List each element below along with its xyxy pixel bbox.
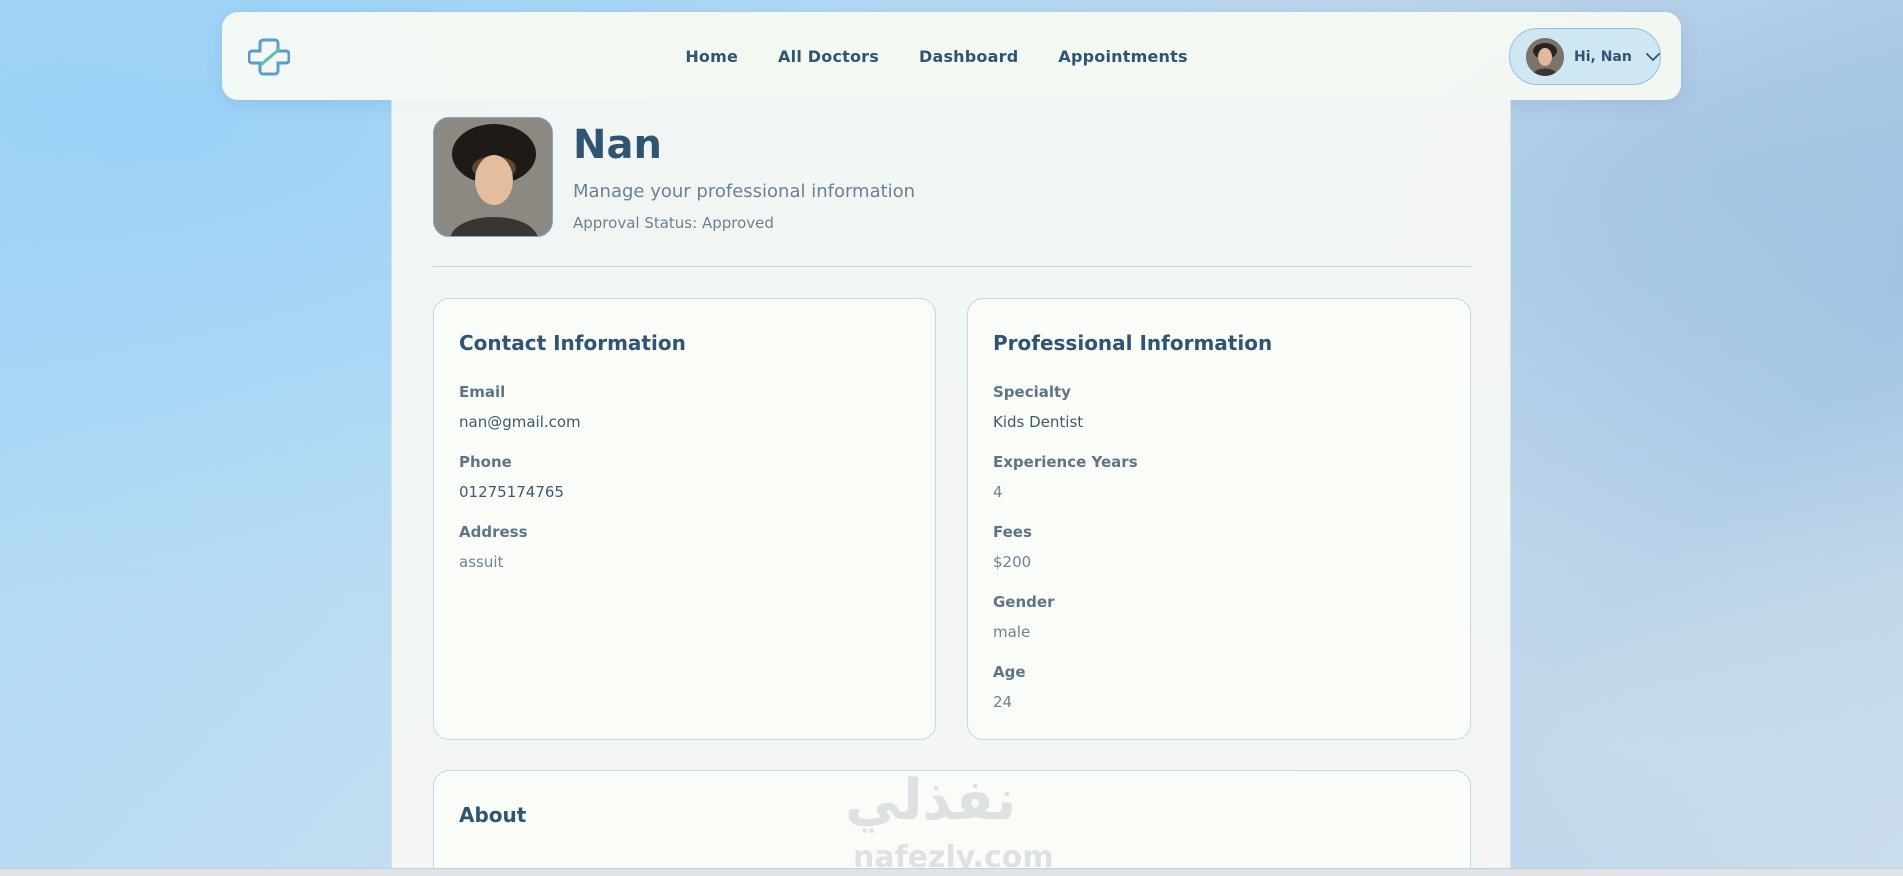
fees-value: $200 — [993, 553, 1032, 571]
card-title: Professional Information — [993, 331, 1273, 355]
nav-dashboard[interactable]: Dashboard — [919, 47, 1018, 66]
gender-label: Gender — [993, 593, 1055, 611]
contact-information-card: Contact Information Email nan@gmail.com … — [433, 298, 936, 740]
nav-home[interactable]: Home — [685, 47, 738, 66]
nav-appointments[interactable]: Appointments — [1058, 47, 1187, 66]
user-avatar — [1526, 37, 1564, 76]
watermark: نفذلي nafezly.com — [845, 768, 1057, 875]
phone-value: 01275174765 — [459, 483, 564, 501]
age-label: Age — [993, 663, 1026, 681]
experience-years-label: Experience Years — [993, 453, 1138, 471]
main-navigation: Home All Doctors Dashboard Appointments — [222, 12, 1681, 100]
age-value: 24 — [993, 693, 1013, 711]
profile-name: Nan — [573, 122, 662, 168]
specialty-label: Specialty — [993, 383, 1071, 401]
card-title: Contact Information — [459, 331, 686, 355]
user-greeting: Hi, Nan — [1574, 48, 1632, 65]
profile-subtitle: Manage your professional information — [573, 181, 916, 202]
watermark-arabic-text: نفذلي — [845, 768, 1017, 833]
phone-label: Phone — [459, 453, 512, 471]
approval-status: Approval Status: Approved — [573, 214, 774, 232]
specialty-value: Kids Dentist — [993, 413, 1084, 431]
profile-panel: Nan Manage your professional information… — [391, 100, 1511, 876]
nav-all-doctors[interactable]: All Doctors — [778, 47, 879, 66]
email-label: Email — [459, 383, 506, 401]
gender-value: male — [993, 623, 1031, 641]
taskbar-edge — [0, 868, 1903, 876]
card-title: About — [459, 803, 527, 827]
top-navbar: Home All Doctors Dashboard Appointments … — [222, 12, 1681, 100]
address-value: assuit — [459, 553, 504, 571]
professional-information-card: Professional Information Specialty Kids … — [967, 298, 1471, 740]
email-value: nan@gmail.com — [459, 413, 581, 431]
header-divider — [433, 266, 1471, 267]
fees-label: Fees — [993, 523, 1032, 541]
address-label: Address — [459, 523, 528, 541]
chevron-down-icon — [1645, 47, 1660, 66]
user-menu-button[interactable]: Hi, Nan — [1509, 28, 1661, 85]
experience-years-value: 4 — [993, 483, 1003, 501]
profile-photo — [433, 117, 553, 237]
